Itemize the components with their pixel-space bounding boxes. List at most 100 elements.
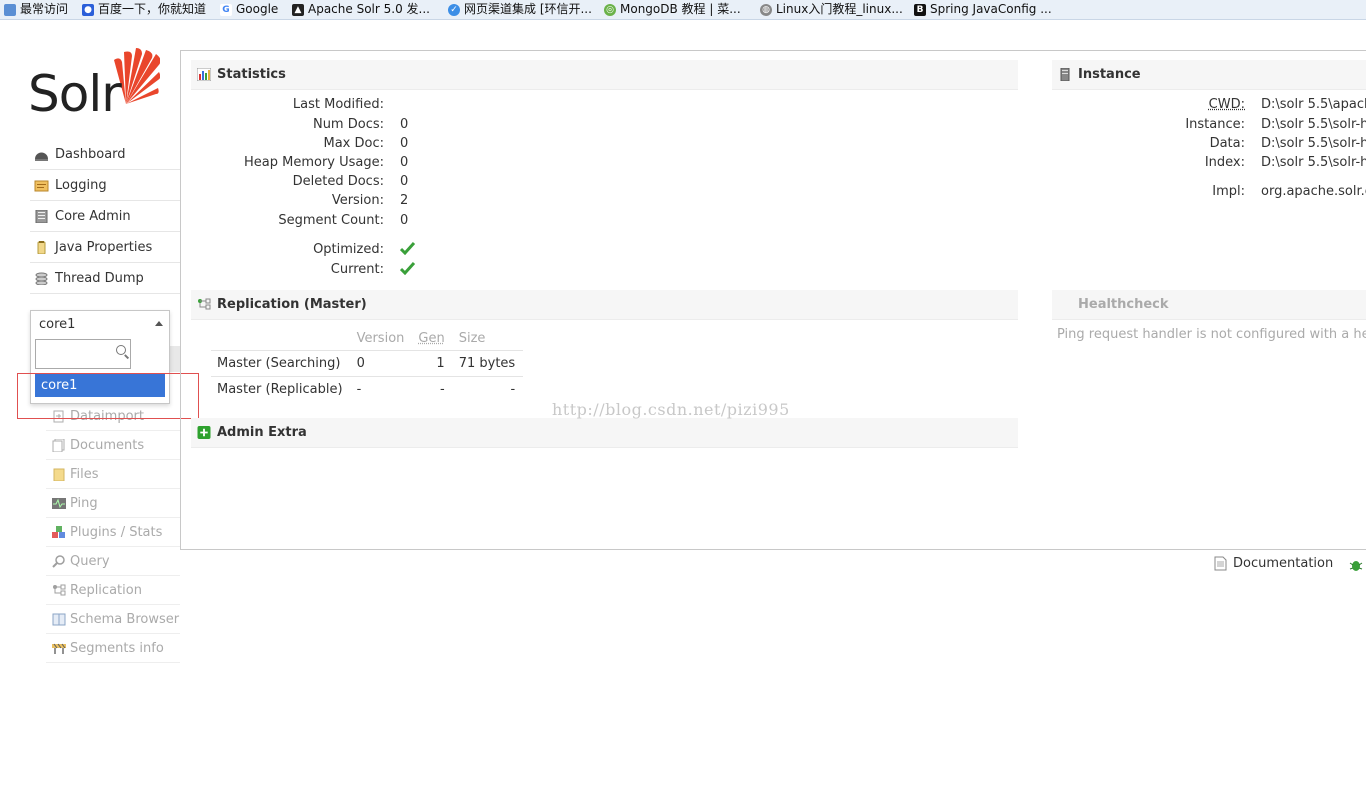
query-icon [52,554,65,568]
core-menu-label: Files [70,466,99,482]
core-menu-label: Replication [70,582,142,598]
replication-header: Replication (Master) [191,290,1018,320]
watermark-text: http://blog.csdn.net/pizi995 [552,400,790,419]
core-search-input[interactable] [35,339,131,369]
bookmark-google[interactable]: G Google [220,0,278,19]
core-menu-label: Dataimport [70,408,144,424]
nav-label: Dashboard [55,146,126,162]
core-menu-dataimport[interactable]: Dataimport [46,402,180,431]
instance-value: org.apache.solr.c [1261,184,1366,199]
globe-icon: ◍ [760,3,772,16]
solr-logo[interactable]: Solr [28,48,160,123]
segments-icon [52,643,66,654]
plus-icon[interactable] [197,426,211,439]
healthcheck-title: Healthcheck [1078,297,1169,312]
stat-key: Current: [330,262,384,277]
dashboard-icon [35,152,48,161]
instance-value: D:\solr 5.5\solr-h [1261,136,1366,151]
replication-icon [198,298,211,310]
instance-value: D:\solr 5.5\apach [1261,97,1366,112]
stat-key: Segment Count: [278,213,384,228]
nav-thread-dump[interactable]: Thread Dump [30,263,180,294]
files-icon [53,468,65,481]
replication-table: Version Gen Size Master (Searching) 0 1 … [211,326,524,402]
b-logo-icon: B [914,3,926,16]
stat-key: Num Docs: [312,117,384,132]
instance-key: Data: [1209,136,1245,151]
core-menu-schema-browser[interactable]: Schema Browser [46,605,180,634]
stat-key: Version: [331,193,384,208]
main-nav: Dashboard Logging Core Admin Java Proper… [30,139,180,294]
stat-value: 0 [400,136,409,151]
table-row: Master (Replicable) - - - [211,376,524,402]
cell-size: 71 bytes [452,350,524,377]
replication-title: Replication (Master) [217,297,367,312]
core-selector-dropdown[interactable]: core1 core1 [30,310,170,404]
nav-label: Thread Dump [55,270,144,286]
bug-icon[interactable] [1349,557,1363,573]
nav-java-properties[interactable]: Java Properties [30,232,180,263]
cell-version: - [350,376,413,402]
bookmark-label: Linux入门教程_linux... [776,2,903,16]
bookmark-linux[interactable]: ◍ Linux入门教程_linux... [760,0,903,19]
core-menu: Dataimport Documents Files Ping Plugins … [46,402,180,663]
instance-value: D:\solr 5.5\solr-h [1261,117,1366,132]
instance-title: Instance [1078,67,1141,82]
nav-dashboard[interactable]: Dashboard [30,139,180,170]
cell-gen: 1 [412,350,453,377]
core-menu-documents[interactable]: Documents [46,431,180,460]
bookmark-most-visited[interactable]: 最常访问 [4,0,68,19]
core-menu-segments-info[interactable]: Segments info [46,634,180,663]
core-menu-files[interactable]: Files [46,460,180,489]
documentation-link[interactable]: Documentation [1214,556,1333,571]
instance-header: Instance [1052,60,1366,90]
bookmark-apache-solr[interactable]: ▲ Apache Solr 5.0 发... [292,0,430,19]
column-header [211,326,351,351]
stat-value: 0 [400,174,409,189]
healthcheck-header: Healthcheck [1052,290,1366,320]
thread-dump-icon [35,272,48,285]
schema-browser-icon [52,613,66,625]
core-menu-label: Documents [70,437,145,453]
chevron-up-icon[interactable] [155,321,163,326]
bookmark-label: 网页渠道集成 [环信开... [464,2,592,16]
core-menu-ping[interactable]: Ping [46,489,180,518]
core-option[interactable]: core1 [35,374,165,397]
stat-key: Optimized: [313,242,384,257]
bookmark-label: Spring JavaConfig ... [930,2,1052,16]
ping-icon [52,497,66,509]
folder-icon [4,3,16,16]
table-row: Master (Searching) 0 1 71 bytes [211,350,524,377]
bookmark-huanxin[interactable]: ✓ 网页渠道集成 [环信开... [448,0,592,19]
stat-value: 0 [400,155,409,170]
bookmark-spring[interactable]: B Spring JavaConfig ... [914,0,1052,19]
core-menu-label: Ping [70,495,98,511]
plugins-icon [52,525,65,538]
logo-wordmark: Solr [28,65,122,123]
core-menu-plugins-stats[interactable]: Plugins / Stats [46,518,180,547]
bookmark-mongodb[interactable]: ◎ MongoDB 教程 | 菜... [604,0,741,19]
instance-key: Impl: [1212,184,1245,199]
nav-core-admin[interactable]: Core Admin [30,201,180,232]
column-header: Gen [418,330,445,346]
core-menu-query[interactable]: Query [46,547,180,576]
bookmark-label: 最常访问 [20,2,69,16]
baidu-paw-icon: ● [82,3,94,16]
replication-icon [53,584,66,595]
search-icon [116,345,126,355]
nav-label: Core Admin [55,208,131,224]
statistics-title: Statistics [217,67,286,82]
instance-key: Index: [1204,155,1245,170]
bookmark-baidu[interactable]: ● 百度一下，你就知道 [82,0,206,19]
core-menu-replication[interactable]: Replication [46,576,180,605]
documents-icon [52,438,65,452]
stat-key: Last Modified: [292,97,384,112]
admin-extra-header[interactable]: Admin Extra [191,418,1018,448]
nav-logging[interactable]: Logging [30,170,180,201]
stat-key: Max Doc: [323,136,385,151]
bookmark-label: MongoDB 教程 | 菜... [620,2,741,16]
instance-key: Instance: [1185,117,1245,132]
google-g-icon: G [220,3,232,16]
column-header: Size [458,330,486,346]
nav-label: Java Properties [55,239,153,255]
